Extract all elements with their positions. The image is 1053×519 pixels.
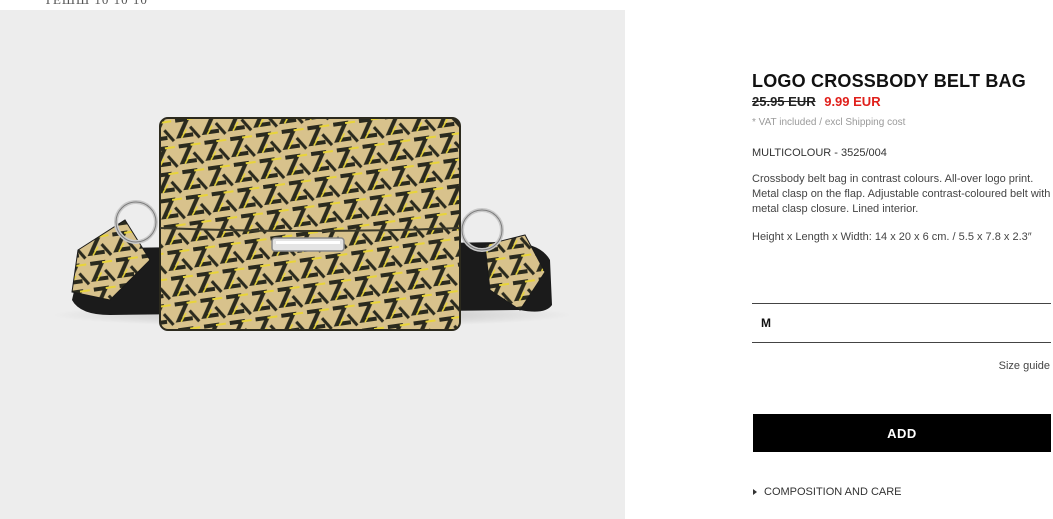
- sale-price: 9.99 EUR: [824, 94, 881, 109]
- price-row: 25.95 EUR 9.99 EUR: [752, 94, 1052, 110]
- product-image-panel: [0, 10, 625, 519]
- size-selector[interactable]: M: [752, 303, 1051, 343]
- size-guide-link[interactable]: Size guide: [999, 360, 1050, 372]
- product-description: Crossbody belt bag in contrast colours. …: [752, 173, 1051, 215]
- product-title: LOGO CROSSBODY BELT BAG: [752, 71, 1026, 91]
- add-to-cart-button[interactable]: ADD: [753, 414, 1051, 452]
- color-reference: MULTICOLOUR - 3525/004: [752, 147, 887, 159]
- composition-label: COMPOSITION AND CARE: [764, 486, 902, 498]
- vat-note: * VAT included / excl Shipping cost: [752, 117, 906, 128]
- product-dimensions: Height x Length x Width: 14 x 20 x 6 cm.…: [752, 231, 1032, 243]
- selected-size[interactable]: M: [761, 316, 771, 330]
- product-page: ТЕШШ 10 10 10: [0, 0, 1053, 519]
- product-image[interactable]: [0, 10, 625, 519]
- product-details: LOGO CROSSBODY BELT BAG 25.95 EUR 9.99 E…: [752, 70, 1052, 244]
- header-crop-text: ТЕШШ 10 10 10: [44, 0, 148, 8]
- old-price: 25.95 EUR: [752, 94, 816, 109]
- caret-right-icon: [753, 489, 757, 495]
- composition-and-care-toggle[interactable]: COMPOSITION AND CARE: [753, 486, 902, 498]
